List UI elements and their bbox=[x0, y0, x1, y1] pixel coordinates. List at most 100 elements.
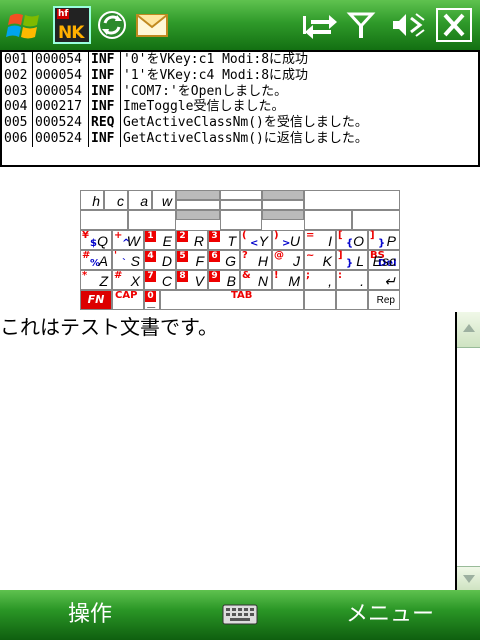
windows-start-icon[interactable] bbox=[4, 6, 48, 44]
key-symbol-alt: } bbox=[346, 258, 354, 269]
key-O[interactable]: [{O bbox=[336, 230, 368, 250]
key-E[interactable]: 1E bbox=[144, 230, 176, 250]
nk-app-icon[interactable]: hf NK bbox=[53, 6, 91, 44]
key-c[interactable]: c bbox=[104, 190, 128, 210]
key-J[interactable]: @ J bbox=[272, 250, 304, 270]
key-A[interactable]: #% A bbox=[80, 250, 112, 270]
log-no: 004 bbox=[2, 99, 33, 116]
log-msg: '0'をVKey:c1 Modi:8に成功 bbox=[123, 52, 309, 67]
log-no: 005 bbox=[2, 115, 33, 131]
key-X[interactable]: # X bbox=[112, 270, 144, 290]
key-R[interactable]: 2R bbox=[176, 230, 208, 250]
key-symbol: @ bbox=[274, 250, 284, 261]
key-fn[interactable]: FN bbox=[80, 290, 112, 310]
log-row[interactable]: 004 000217 INF ImeToggle受信しました。 bbox=[2, 99, 478, 116]
key-H[interactable]: ? H bbox=[240, 250, 272, 270]
sync-icon[interactable] bbox=[95, 6, 129, 44]
key-label: ↵ bbox=[384, 273, 396, 289]
log-row[interactable]: 003 000054 INF 'COM7:'をOpenしました。 bbox=[2, 83, 478, 100]
log-level: INF bbox=[89, 52, 121, 68]
key-label: , bbox=[328, 273, 332, 289]
log-time: 000524 bbox=[33, 115, 89, 131]
key-label: H bbox=[257, 253, 268, 269]
key-label: Esc bbox=[372, 253, 396, 269]
key-W[interactable]: + ^ W bbox=[112, 230, 144, 250]
key-C[interactable]: 7C bbox=[144, 270, 176, 290]
key-blank bbox=[304, 290, 336, 310]
log-msg: GetActiveClassNm()に返信しました。 bbox=[123, 130, 368, 146]
log-list[interactable]: 001 000054 INF '0'をVKey:c1 Modi:8に成功 002… bbox=[0, 50, 480, 167]
log-row[interactable]: 002 000054 INF '1'をVKey:c4 Modi:8に成功 bbox=[2, 67, 478, 84]
key-symbol: = bbox=[306, 230, 315, 241]
arrow-up-icon bbox=[463, 324, 475, 332]
scroll-up-button[interactable] bbox=[457, 312, 480, 348]
document-text[interactable]: これはテスト文書です。 bbox=[0, 314, 218, 340]
key-K[interactable]: ~ K bbox=[304, 250, 336, 270]
key-blank bbox=[220, 190, 262, 200]
key-blank bbox=[304, 210, 352, 230]
key-rep[interactable]: Rep bbox=[368, 290, 400, 310]
key-blank bbox=[262, 210, 304, 220]
key-Z[interactable]: * Z bbox=[80, 270, 112, 290]
document-area[interactable]: これはテスト文書です。 bbox=[0, 312, 455, 590]
key-B[interactable]: 9B bbox=[208, 270, 240, 290]
log-time: 000054 bbox=[33, 83, 89, 100]
key-num-badge: 4 bbox=[145, 251, 156, 262]
key-h[interactable]: h bbox=[80, 190, 104, 210]
key-blank bbox=[128, 210, 176, 230]
key-P[interactable]: ]} P bbox=[368, 230, 400, 250]
key-label: G bbox=[225, 253, 236, 269]
key-num-badge: 1 bbox=[145, 231, 156, 242]
log-no: 006 bbox=[2, 130, 33, 147]
key-V[interactable]: 8V bbox=[176, 270, 208, 290]
nk-badge: hf bbox=[57, 9, 70, 19]
keyboard-toggle-button[interactable] bbox=[222, 602, 258, 626]
softkey-left[interactable]: 操作 bbox=[0, 590, 180, 640]
vertical-scrollbar[interactable] bbox=[455, 312, 480, 590]
key-Y[interactable]: (< Y bbox=[240, 230, 272, 250]
key-Q[interactable]: ¥ $ Q bbox=[80, 230, 112, 250]
log-time: 000054 bbox=[33, 52, 89, 68]
key-cap[interactable]: CAP bbox=[112, 290, 144, 310]
close-button[interactable] bbox=[436, 8, 472, 42]
key-label: W bbox=[126, 233, 140, 249]
key-.[interactable]: :. bbox=[336, 270, 368, 290]
key-↵[interactable]: ↵ bbox=[368, 270, 400, 290]
key-symbol: # bbox=[114, 270, 123, 281]
key-U[interactable]: ) > U bbox=[272, 230, 304, 250]
log-level: INF bbox=[89, 83, 121, 100]
log-row[interactable]: 006 000524 INF GetActiveClassNm()に返信しました… bbox=[2, 130, 478, 147]
key-G[interactable]: 6G bbox=[208, 250, 240, 270]
key-space[interactable]: TAB bbox=[160, 290, 304, 310]
softkey-right[interactable]: メニュー bbox=[300, 590, 480, 640]
key-S[interactable]: ' ` S bbox=[112, 250, 144, 270]
log-msg: ImeToggle受信しました。 bbox=[123, 99, 285, 115]
key-,[interactable]: ;, bbox=[304, 270, 336, 290]
key-zero[interactable]: 0 _ bbox=[144, 290, 160, 310]
mail-icon[interactable] bbox=[134, 6, 170, 44]
key-I[interactable]: = I bbox=[304, 230, 336, 250]
log-row[interactable]: 001 000054 INF '0'をVKey:c1 Modi:8に成功 bbox=[2, 52, 478, 68]
key-symbol: ~ bbox=[306, 250, 315, 261]
key-T[interactable]: 3T bbox=[208, 230, 240, 250]
scroll-down-button[interactable] bbox=[457, 566, 480, 590]
key-L[interactable]: ]} L bbox=[336, 250, 368, 270]
key-N[interactable]: & N bbox=[240, 270, 272, 290]
key-symbol: ] bbox=[370, 230, 375, 241]
connectivity-icon[interactable] bbox=[303, 6, 339, 44]
key-w[interactable]: w bbox=[152, 190, 176, 210]
key-D[interactable]: 4D bbox=[144, 250, 176, 270]
antenna-icon[interactable] bbox=[346, 6, 376, 44]
softkey-bar: 操作 メニュー bbox=[0, 590, 480, 640]
key-blank bbox=[80, 210, 128, 230]
key-F[interactable]: 5F bbox=[176, 250, 208, 270]
key-symbol-alt: } bbox=[378, 238, 386, 249]
key-blank bbox=[176, 200, 220, 210]
key-M[interactable]: ! M bbox=[272, 270, 304, 290]
log-row[interactable]: 005 000524 REQ GetActiveClassNm()を受信しました… bbox=[2, 115, 478, 131]
log-msg: GetActiveClassNm()を受信しました。 bbox=[123, 115, 368, 131]
key-label: w bbox=[161, 193, 172, 209]
volume-icon[interactable] bbox=[390, 6, 426, 44]
key-a[interactable]: a bbox=[128, 190, 152, 210]
key-Esc[interactable]: BS Del Esc bbox=[368, 250, 400, 270]
